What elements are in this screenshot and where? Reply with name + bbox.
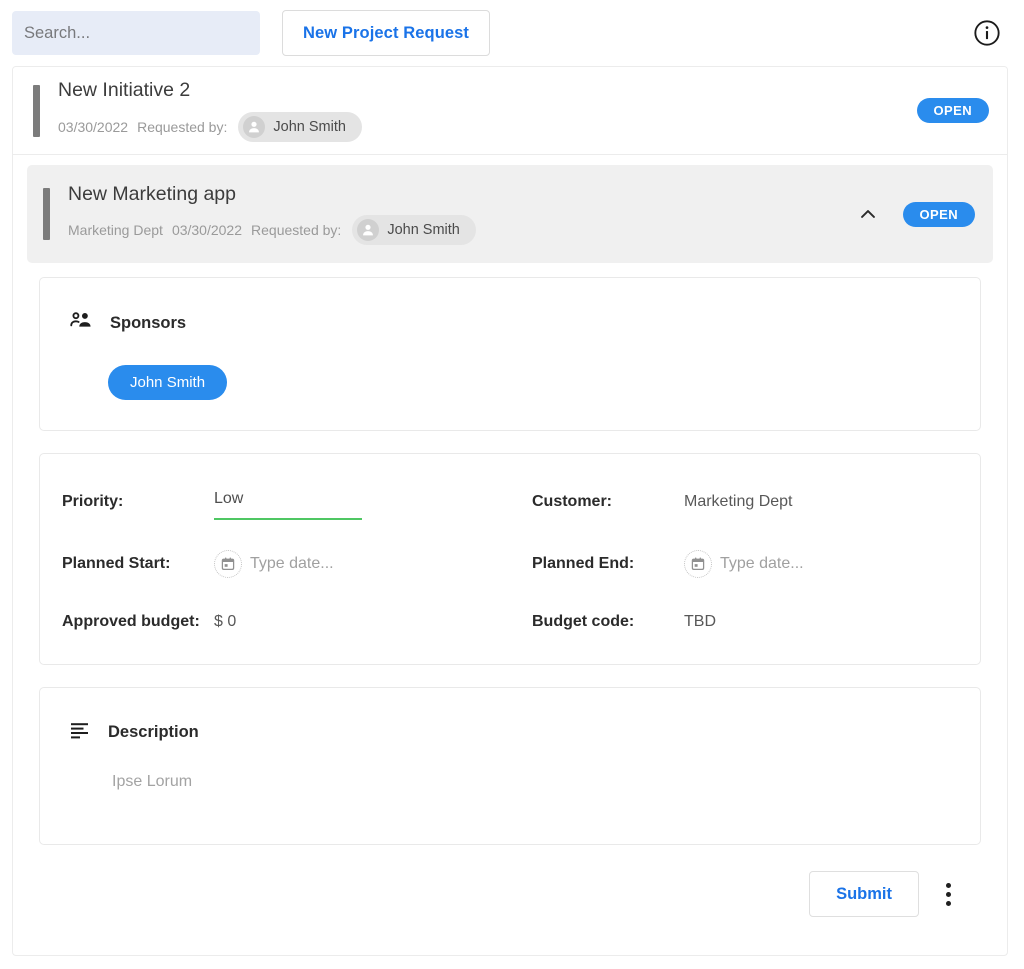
toolbar: New Project Request (0, 0, 1024, 66)
request-date: 03/30/2022 (171, 222, 243, 239)
row-accent-bar (33, 84, 40, 137)
calendar-icon (684, 550, 712, 578)
customer-value: Marketing Dept (684, 493, 793, 510)
description-title: Description (108, 723, 199, 741)
planned-start-date-input[interactable]: Type date... (214, 550, 334, 578)
request-row-collapsed[interactable]: New Initiative 2 03/30/2022 Requested by… (13, 67, 1007, 155)
description-text[interactable]: Ipse Lorum (40, 747, 980, 791)
avatar-icon (243, 115, 266, 138)
row-actions: OPEN (855, 201, 975, 227)
request-meta: Marketing Dept 03/30/2022 Requested by: … (68, 215, 855, 246)
request-row-expanded: New Marketing app Marketing Dept 03/30/2… (13, 165, 1007, 939)
project-requests-list: New Initiative 2 03/30/2022 Requested by… (12, 66, 1008, 956)
planned-end-placeholder: Type date... (720, 555, 804, 572)
chevron-up-icon[interactable] (855, 201, 881, 227)
priority-underline (214, 518, 362, 520)
search-input[interactable] (12, 11, 260, 55)
field-planned-end: Planned End: Type date... (510, 550, 980, 578)
priority-value: Low (214, 490, 244, 507)
request-title: New Initiative 2 (58, 79, 191, 102)
status-badge: OPEN (902, 201, 975, 227)
planned-end-label: Planned End: (532, 555, 635, 572)
planned-start-placeholder: Type date... (250, 555, 334, 572)
subject-lines-icon (68, 718, 92, 747)
requester-name: John Smith (273, 118, 346, 135)
requested-by-label: Requested by: (251, 222, 342, 239)
description-panel: Description Ipse Lorum (39, 687, 981, 845)
new-project-request-button[interactable]: New Project Request (282, 10, 491, 56)
sponsor-chip[interactable]: John Smith (108, 365, 228, 400)
field-customer: Customer: Marketing Dept (510, 488, 980, 520)
project-request-app: New Project Request New Initiative 2 03/… (0, 0, 1024, 969)
request-fields-panel: Priority: Low Customer: Marketing Dept P… (39, 453, 981, 665)
requested-by-label: Requested by: (137, 118, 228, 135)
sponsors-chip-list: John Smith (40, 339, 980, 400)
request-date: 03/30/2022 (58, 118, 129, 135)
sponsors-panel: Sponsors John Smith (39, 277, 981, 431)
requester-chip[interactable]: John Smith (238, 111, 362, 142)
field-planned-start: Planned Start: Type date... (40, 550, 510, 578)
customer-label: Customer: (532, 493, 613, 510)
expanded-request-header[interactable]: New Marketing app Marketing Dept 03/30/2… (27, 165, 993, 263)
priority-select[interactable]: Low (214, 488, 362, 520)
submit-button[interactable]: Submit (809, 871, 919, 917)
request-detail-body: Sponsors John Smith Priority: Low Custom… (13, 263, 1007, 939)
kebab-menu-icon[interactable] (931, 874, 965, 914)
row-accent-bar (43, 188, 50, 240)
fields-grid: Priority: Low Customer: Marketing Dept P… (40, 488, 980, 636)
calendar-icon (214, 550, 242, 578)
row-content: New Initiative 2 03/30/2022 Requested by… (58, 79, 917, 142)
planned-start-label: Planned Start: (62, 555, 171, 572)
priority-label: Priority: (62, 493, 124, 510)
info-circle-icon[interactable] (972, 18, 1002, 48)
sponsors-header: Sponsors (40, 278, 980, 339)
request-meta: 03/30/2022 Requested by: John Smith (58, 111, 917, 142)
request-department: Marketing Dept (68, 222, 163, 239)
budget-code-value[interactable]: TBD (684, 608, 716, 636)
avatar-icon (357, 219, 380, 242)
planned-end-date-input[interactable]: Type date... (684, 550, 804, 578)
field-budget-code: Budget code: TBD (510, 608, 980, 636)
sponsors-title: Sponsors (110, 314, 187, 332)
requester-chip[interactable]: John Smith (352, 215, 476, 246)
kebab-dot (945, 891, 951, 897)
field-priority: Priority: Low (40, 488, 510, 520)
approved-budget-value[interactable]: $ 0 (214, 608, 236, 636)
kebab-dot (945, 882, 951, 888)
approved-budget-label: Approved budget: (62, 613, 200, 630)
row-content: New Marketing app Marketing Dept 03/30/2… (68, 182, 855, 246)
status-badge: OPEN (916, 98, 989, 123)
requester-name: John Smith (387, 222, 460, 239)
row-actions: OPEN (916, 98, 989, 123)
kebab-dot (945, 900, 951, 906)
people-icon (68, 308, 94, 339)
budget-code-label: Budget code: (532, 613, 635, 630)
description-header: Description (40, 688, 980, 747)
request-title: New Marketing app (68, 182, 236, 205)
detail-actions: Submit (39, 867, 981, 939)
field-approved-budget: Approved budget: $ 0 (40, 608, 510, 636)
